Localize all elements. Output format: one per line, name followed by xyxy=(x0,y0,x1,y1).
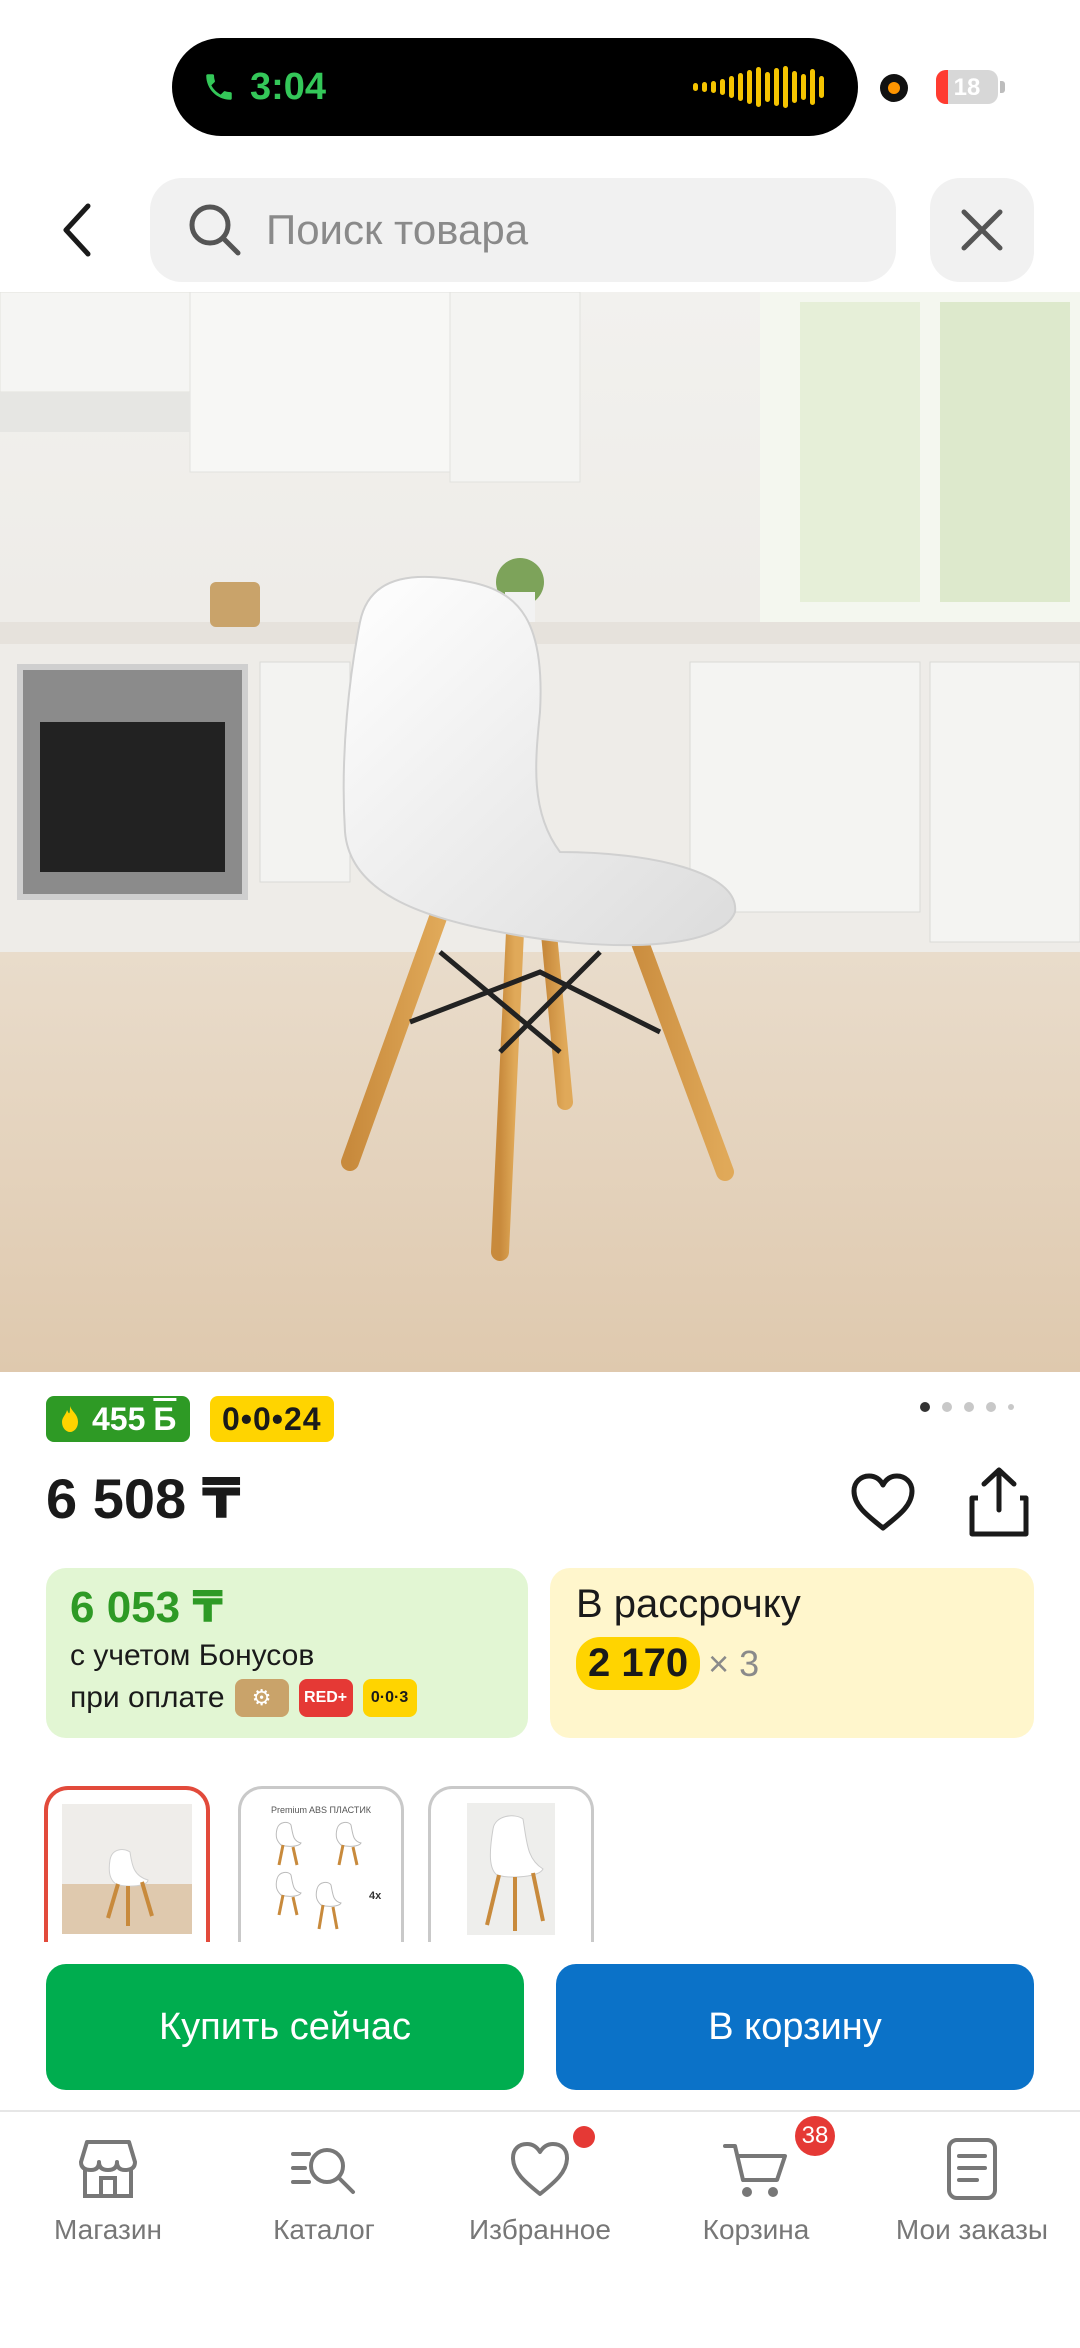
kaspi-gold-icon: ⚙ xyxy=(234,1679,289,1717)
installment-amount: 2 170 xyxy=(576,1637,701,1690)
bonus-price-card[interactable]: 6 053 ₸ с учетом Бонусов при оплате ⚙ RE… xyxy=(46,1568,528,1738)
installment-card[interactable]: В рассрочку 2 170 × 3 xyxy=(550,1568,1034,1738)
store-icon xyxy=(79,2140,137,2198)
search-placeholder: Поиск товара xyxy=(266,206,529,253)
orders-icon xyxy=(947,2138,997,2200)
nav-label-catalog: Каталог xyxy=(273,2214,375,2245)
bonus-note: с учетом Бонусов xyxy=(70,1639,315,1672)
nav-label-cart: Корзина xyxy=(702,2214,810,2245)
battery-indicator: 18 xyxy=(936,70,998,104)
thumbnail-caption: Premium ABS ПЛАСТИК xyxy=(271,1805,372,1815)
bonus-badge-amount: 455 xyxy=(92,1400,146,1437)
red-plus-badge: RED+ xyxy=(298,1679,353,1717)
back-button[interactable] xyxy=(48,190,108,270)
battery-level: 18 xyxy=(953,74,981,101)
nav-label-store: Магазин xyxy=(53,2214,162,2245)
add-to-cart-button[interactable]: В корзину xyxy=(556,1964,1034,2090)
chevron-left-icon xyxy=(63,203,91,257)
installment-003-badge: 0·0·3 xyxy=(362,1679,417,1717)
product-photo-chair xyxy=(0,292,1080,1372)
buy-now-button[interactable]: Купить сейчас xyxy=(46,1964,524,2090)
favorite-button[interactable] xyxy=(848,1468,918,1538)
gallery-pagination xyxy=(920,1402,1014,1412)
installment-title: В рассрочку xyxy=(576,1582,801,1626)
call-time: 3:04 xyxy=(250,65,327,108)
thumbnail-chair-photo xyxy=(62,1804,192,1934)
bottom-navigation: Магазин Каталог Избранное 38 Корзина Мои… xyxy=(0,2110,1080,2348)
product-image[interactable] xyxy=(0,292,1080,1372)
payment-note: при оплате xyxy=(70,1681,225,1714)
share-icon xyxy=(969,1467,1029,1537)
heart-icon xyxy=(851,1473,915,1531)
favorites-notification-dot xyxy=(573,2126,595,2148)
bonus-price: 6 053 ₸ xyxy=(70,1583,223,1632)
bonus-badge: 455 Б xyxy=(46,1396,191,1442)
thumbnail-2[interactable]: Premium ABS ПЛАСТИК 4x xyxy=(238,1786,404,1942)
close-button[interactable] xyxy=(930,178,1034,282)
search-icon xyxy=(189,204,241,256)
bonus-badge-currency: Б xyxy=(153,1400,177,1437)
catalog-search-icon xyxy=(291,2148,355,2194)
nav-item-orders[interactable]: Мои заказы xyxy=(864,2134,1080,2246)
dynamic-island[interactable]: 3:04 xyxy=(172,38,858,136)
thumbnail-1[interactable] xyxy=(44,1786,210,1942)
thumbnail-chair-white xyxy=(467,1803,555,1935)
nav-label-favorites: Избранное xyxy=(469,2214,611,2245)
nav-item-store[interactable]: Магазин xyxy=(0,2134,216,2246)
close-icon xyxy=(961,209,1003,251)
phone-call-icon xyxy=(206,74,232,100)
installment-badge: 0•0•24 xyxy=(210,1396,334,1442)
thumbnail-chairs-infographic: Premium ABS ПЛАСТИК 4x xyxy=(271,1805,382,1930)
nav-item-favorites[interactable]: Избранное xyxy=(432,2126,648,2246)
fire-icon xyxy=(62,1406,78,1432)
nav-item-catalog[interactable]: Каталог xyxy=(216,2134,432,2246)
nav-item-cart[interactable]: 38 Корзина xyxy=(648,2116,864,2246)
audio-wave-icon xyxy=(693,66,824,108)
heart-icon xyxy=(511,2142,569,2196)
search-input[interactable]: Поиск товара xyxy=(150,178,896,282)
cart-icon xyxy=(723,2144,787,2197)
installment-multiplier: × 3 xyxy=(708,1642,760,1684)
cart-count-badge: 38 xyxy=(795,2116,835,2156)
recording-indicator-icon xyxy=(880,74,908,102)
thumbnail-count: 4x xyxy=(369,1890,382,1902)
nav-label-orders: Мои заказы xyxy=(895,2214,1049,2245)
thumbnail-3[interactable] xyxy=(428,1786,594,1942)
gallery-dot-active xyxy=(920,1402,930,1412)
product-price: 6 508 ₸ xyxy=(46,1467,241,1530)
share-button[interactable] xyxy=(964,1464,1034,1540)
